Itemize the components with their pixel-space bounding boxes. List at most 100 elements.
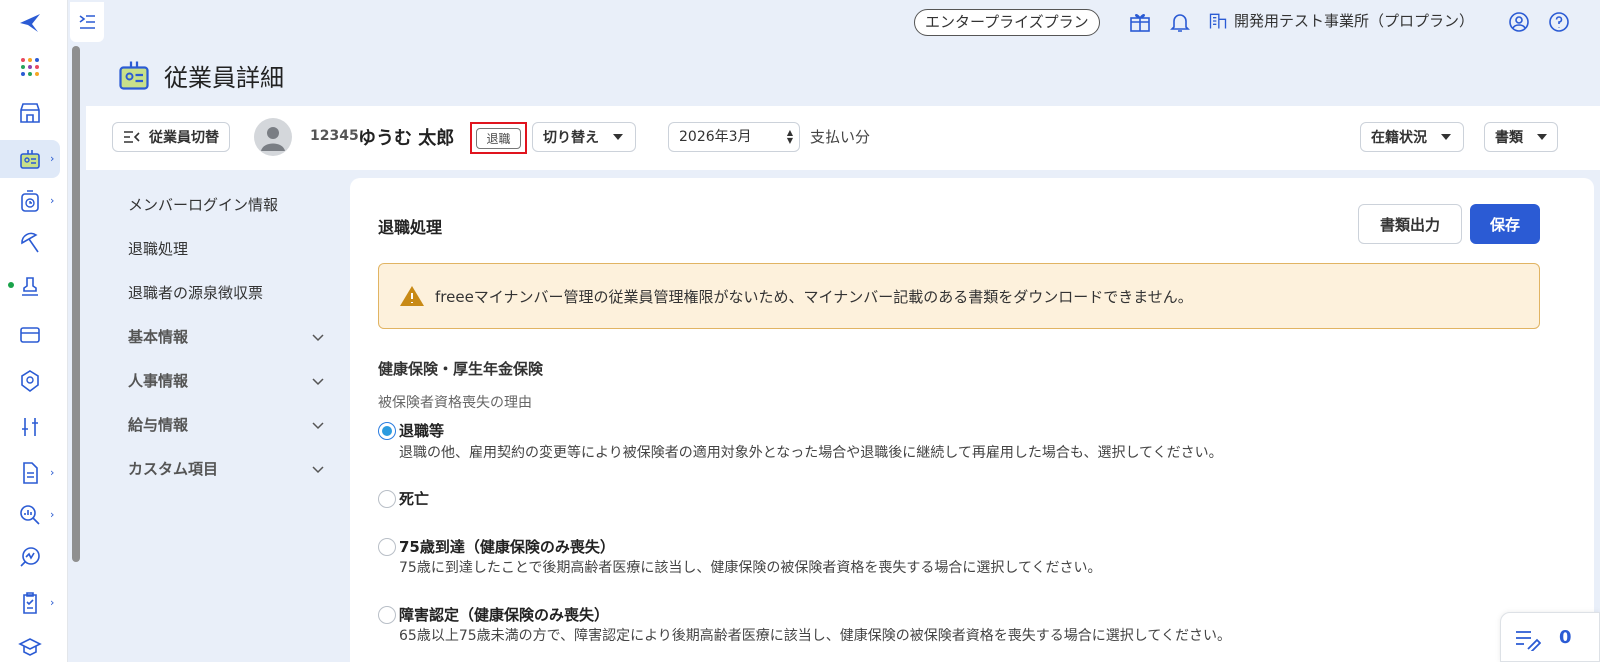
nav-group-label: カスタム項目 [128,460,219,478]
card-title: 退職処理 [378,218,443,237]
bell-icon[interactable] [1168,10,1192,34]
rail-award[interactable] [0,362,60,400]
help-icon[interactable] [1547,10,1571,34]
office-name: 開発用テスト事業所（プロプラン） [1234,12,1475,30]
field-label: 被保険者資格喪失の理由 [378,395,532,411]
office-switcher[interactable]: 開発用テスト事業所（プロプラン） [1208,10,1474,31]
account-icon[interactable] [1507,10,1531,34]
clipboard-icon [23,592,37,614]
id-badge-icon [20,150,40,169]
rail-attendance-caret: › [50,194,55,207]
rail-payment[interactable] [0,316,60,354]
chevron-down-icon [312,377,324,385]
graduation-cap-icon [18,638,42,656]
memo-count: 0 [1559,627,1572,648]
month-value: 2026年3月 [679,129,752,145]
activity-icon [20,547,40,567]
nav-member-login[interactable]: メンバーログイン情報 [128,194,278,215]
nav-group-custom[interactable]: カスタム項目 [128,458,324,479]
documents-label: 書類 [1495,130,1523,146]
caret-down-icon [1441,134,1451,140]
warning-icon [400,286,424,306]
stamp-icon [22,277,38,296]
apps-grid-button[interactable] [0,48,60,86]
employee-badge-icon [119,61,149,90]
search-chart-icon [20,505,40,525]
rail-scrollbar[interactable] [72,46,80,562]
nav-group-salary[interactable]: 給与情報 [128,414,324,435]
employee-name: ゆうむ 太郎 [358,128,455,149]
page-header: 従業員詳細 [86,44,1600,106]
section-heading: 健康保険・厚生年金保険 [378,360,544,378]
rail-reports[interactable] [0,538,60,576]
rail-learning[interactable] [0,628,60,662]
nav-group-label: 人事情報 [128,372,189,390]
rail-leave[interactable] [0,224,60,262]
option-label: 退職等 [399,422,445,440]
rail-analytics-caret: › [50,508,55,521]
enrollment-status-dropdown[interactable]: 在籍状況 [1360,122,1464,152]
building-icon [1209,13,1227,28]
option-description: 65歳以上75歳未満の方で、障害認定により後期高齢者医療に該当し、健康保険の被保… [399,628,1231,644]
option-description: 退職の他、雇用契約の変更等により被保険者の適用対象外となった場合や退職後に継続し… [399,445,1223,461]
export-documents-button[interactable]: 書類出力 [1358,204,1462,244]
enrollment-status-label: 在籍状況 [1371,130,1427,146]
nav-group-hr[interactable]: 人事情報 [128,370,324,391]
list-back-icon [124,131,140,143]
page-title: 従業員詳細 [164,63,284,92]
timer-icon [21,190,39,212]
caret-down-icon [613,134,623,140]
warning-alert: freeeマイナンバー管理の従業員管理権限がないため、マイナンバー記載のある書類… [378,263,1540,329]
plan-badge[interactable]: エンタープライズプラン [914,9,1100,36]
option-label: 75歳到達（健康保険のみ喪失） [399,538,615,556]
umbrella-icon [21,232,39,253]
nav-group-label: 給与情報 [128,416,189,434]
option-label: 死亡 [399,490,430,508]
chevron-down-icon [312,421,324,429]
month-select[interactable]: 2026年3月 ▲ ▼ [668,122,800,152]
award-icon [21,370,39,392]
option-description: 75歳に到達したことで後期高齢者医療に該当し、健康保険の被保険者資格を喪失する場… [399,560,1102,576]
toggle-dropdown[interactable]: 切り替え [532,122,636,152]
retirement-card: 退職処理 書類出力 保存 freeeマイナンバー管理の従業員管理権限がないため、… [350,178,1594,662]
radio-disability[interactable] [378,606,396,624]
stepper-arrows-icon: ▲ ▼ [786,128,793,145]
chevron-down-icon [312,333,324,341]
store-icon [20,103,40,123]
caret-down-icon [1537,134,1547,140]
radio-retirement[interactable] [378,422,396,440]
card-icon [20,327,40,343]
rail-store[interactable] [0,94,60,132]
nav-withholding-slip[interactable]: 退職者の源泉徴収票 [128,282,263,303]
employee-switch-button[interactable]: 従業員切替 [112,122,230,152]
pay-label: 支払い分 [810,128,871,146]
employee-switch-label: 従業員切替 [149,130,219,146]
toggle-label: 切り替え [543,130,599,146]
app-logo[interactable] [0,4,60,42]
nav-group-label: 基本情報 [128,328,189,346]
gift-icon[interactable] [1128,10,1152,34]
radio-age-75[interactable] [378,538,396,556]
status-badge: 退職 [476,127,521,149]
radio-death[interactable] [378,490,396,508]
warning-text: freeeマイナンバー管理の従業員管理権限がないため、マイナンバー記載のある書類… [435,287,1193,306]
status-highlight-frame: 退職 [470,122,527,154]
bird-logo-icon [20,14,40,32]
rail-tasks-caret: › [50,596,55,609]
documents-dropdown[interactable]: 書類 [1484,122,1558,152]
apps-grid-icon [21,58,39,76]
memo-widget[interactable]: 0 [1500,612,1600,662]
avatar [254,118,292,156]
person-icon [261,127,285,151]
nav-group-basic[interactable]: 基本情報 [128,326,324,347]
rail-employees-caret: › [50,152,55,165]
rail-settings[interactable] [0,408,60,446]
option-label: 障害認定（健康保険のみ喪失） [399,606,610,624]
sliders-icon [22,418,38,436]
employee-number: 12345 [310,128,359,144]
save-button[interactable]: 保存 [1470,204,1540,244]
rail-stamp[interactable] [0,268,60,306]
nav-retirement[interactable]: 退職処理 [128,238,188,259]
left-nav-rail: › › › › › [0,0,68,662]
rail-documents-caret: › [50,466,55,479]
